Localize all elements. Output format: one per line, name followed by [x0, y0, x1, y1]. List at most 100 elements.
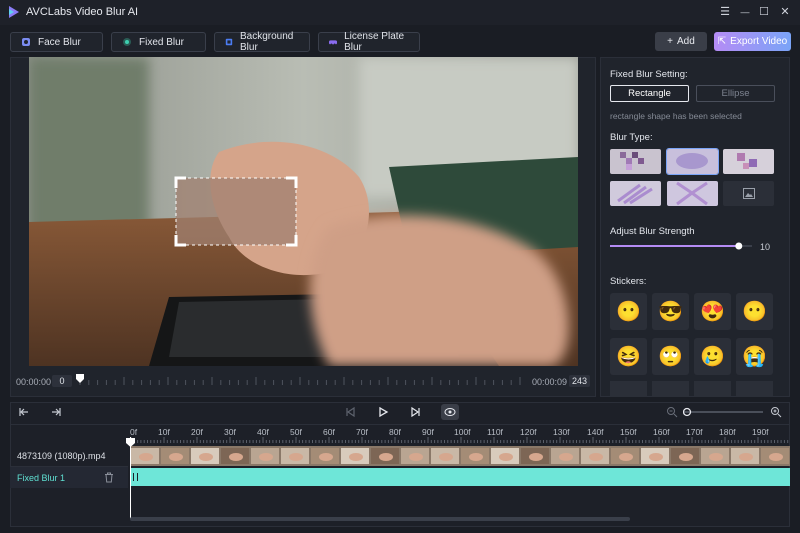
- ruler-label: 130f: [553, 427, 570, 437]
- menu-icon[interactable]: ☰: [716, 4, 734, 20]
- blur-type-pixel[interactable]: [723, 149, 774, 174]
- background-icon: [225, 38, 233, 46]
- sticker-neutral[interactable]: 😶: [610, 293, 647, 330]
- image-icon: [742, 188, 755, 199]
- video-track-label: 4873109 (1080p).mp4: [17, 451, 106, 461]
- next-frame-icon[interactable]: [410, 406, 422, 418]
- close-icon[interactable]: ✕: [776, 4, 794, 20]
- export-label: Export Video: [730, 36, 788, 47]
- ruler-label: 170f: [686, 427, 703, 437]
- tab-label: Background Blur: [239, 31, 294, 53]
- minimize-icon[interactable]: —: [736, 4, 754, 20]
- teary-smile-face-icon: 🥲: [700, 346, 725, 368]
- fixed-blur-setting-title: Fixed Blur Setting:: [610, 69, 688, 80]
- zoom-slider[interactable]: [683, 407, 763, 417]
- sticker-teary-smile[interactable]: 🥲: [694, 338, 731, 375]
- ruler-label: 0f: [130, 427, 138, 437]
- tab-background-blur[interactable]: Background Blur: [214, 31, 310, 53]
- clip-drag-handle[interactable]: [133, 473, 138, 481]
- sticker-eye-roll[interactable]: 🙄: [652, 338, 689, 375]
- export-icon: ⇱: [717, 36, 727, 47]
- zoom-in-icon[interactable]: [770, 406, 782, 418]
- blur-type-title: Blur Type:: [610, 132, 653, 143]
- maximize-icon[interactable]: ☐: [755, 4, 773, 20]
- ruler-label: 110f: [487, 427, 503, 437]
- blank-face-icon: 😶: [742, 301, 767, 323]
- blur-type-gaussian[interactable]: [666, 148, 719, 175]
- ruler-label: 40f: [257, 427, 269, 437]
- eye-roll-face-icon: 🙄: [658, 346, 683, 368]
- play-icon[interactable]: [377, 406, 389, 418]
- ruler-label: 190f: [752, 427, 769, 437]
- ruler-label: 140f: [587, 427, 604, 437]
- current-frame-input[interactable]: 0: [52, 375, 72, 387]
- ruler-label: 10f: [158, 427, 170, 437]
- blur-strength-value: 10: [760, 242, 771, 252]
- blur-selection-rectangle[interactable]: [174, 176, 298, 247]
- sticker-partial[interactable]: [694, 381, 731, 397]
- ruler-label: 50f: [290, 427, 302, 437]
- tab-fixed-blur[interactable]: Fixed Blur: [111, 32, 206, 52]
- preview-toggle-button[interactable]: [441, 404, 459, 420]
- sticker-sunglasses[interactable]: 😎: [652, 293, 689, 330]
- preview-scrubber[interactable]: [76, 374, 528, 388]
- blur-strength-slider[interactable]: [610, 240, 752, 252]
- eye-icon: [444, 408, 456, 416]
- crying-face-icon: 😭: [742, 346, 767, 368]
- zoom-out-icon[interactable]: [666, 406, 678, 418]
- ruler-label: 20f: [191, 427, 203, 437]
- ruler-label: 150f: [620, 427, 637, 437]
- heart-eyes-face-icon: 😍: [700, 301, 725, 323]
- timeline-scrollbar[interactable]: [130, 517, 630, 521]
- playhead-line: [130, 437, 131, 519]
- export-video-button[interactable]: ⇱ Export Video: [714, 32, 791, 51]
- sticker-partial[interactable]: [610, 381, 647, 397]
- delete-icon[interactable]: [104, 472, 114, 483]
- shape-hint: rectangle shape has been selected: [610, 111, 742, 121]
- face-icon: [22, 38, 30, 46]
- tab-label: Fixed Blur: [139, 36, 185, 48]
- blur-type-motion[interactable]: [610, 181, 661, 206]
- blur-type-radial[interactable]: [667, 181, 718, 206]
- add-label: Add: [677, 36, 695, 47]
- sticker-crying[interactable]: 😭: [736, 338, 773, 375]
- sticker-partial[interactable]: [736, 381, 773, 397]
- fixed-blur-icon: [123, 38, 131, 46]
- sunglasses-face-icon: 😎: [658, 301, 683, 323]
- tab-face-blur[interactable]: Face Blur: [10, 32, 103, 52]
- fixed-blur-clip[interactable]: [130, 468, 790, 486]
- blur-type-mosaic[interactable]: [610, 149, 661, 174]
- current-time: 00:00:00: [16, 377, 52, 387]
- ruler-label: 70f: [356, 427, 368, 437]
- laughing-face-icon: 😆: [616, 346, 641, 368]
- ruler-label: 180f: [719, 427, 736, 437]
- tab-label: Face Blur: [38, 36, 81, 48]
- sticker-partial[interactable]: [652, 381, 689, 397]
- custom-blur-image-button[interactable]: [723, 181, 774, 206]
- blur-strength-title: Adjust Blur Strength: [610, 226, 695, 237]
- rectangle-shape-button[interactable]: Rectangle: [610, 85, 689, 102]
- ellipse-shape-button[interactable]: Ellipse: [696, 85, 775, 102]
- ruler-label: 60f: [323, 427, 335, 437]
- sticker-row-partial: [600, 381, 790, 397]
- neutral-face-icon: 😶: [616, 301, 641, 323]
- tab-label: License Plate Blur: [344, 31, 405, 53]
- playhead-handle[interactable]: [126, 438, 135, 447]
- stickers-title: Stickers:: [610, 276, 647, 287]
- add-button[interactable]: + Add: [655, 32, 707, 51]
- total-frames: 243: [569, 375, 590, 387]
- sticker-heart-eyes[interactable]: 😍: [694, 293, 731, 330]
- previous-frame-icon[interactable]: [344, 406, 356, 418]
- tab-license-plate-blur[interactable]: License Plate Blur: [318, 31, 420, 53]
- video-clip-track[interactable]: [130, 446, 790, 466]
- ruler-label: 160f: [653, 427, 670, 437]
- plus-icon: +: [667, 36, 674, 47]
- jump-end-icon[interactable]: [50, 406, 62, 418]
- video-preview[interactable]: [29, 57, 578, 366]
- sticker-blank-face[interactable]: 😶: [736, 293, 773, 330]
- ruler-label: 80f: [389, 427, 401, 437]
- ruler-label: 100f: [454, 427, 471, 437]
- sticker-laughing[interactable]: 😆: [610, 338, 647, 375]
- blur-track-label: Fixed Blur 1: [17, 473, 66, 483]
- jump-start-icon[interactable]: [18, 406, 30, 418]
